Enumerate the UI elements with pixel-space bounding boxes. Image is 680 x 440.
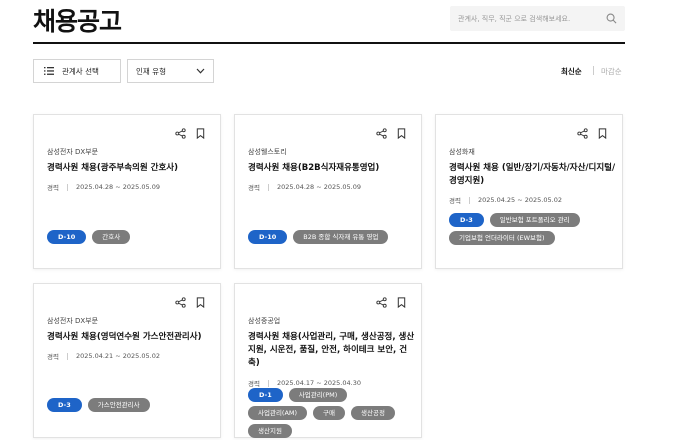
job-meta: 경력 2025.04.25 ~ 2025.05.02 [449, 195, 562, 205]
talent-type-select[interactable]: 인재 유형 [127, 59, 214, 83]
dday-badge: D-3 [47, 398, 82, 412]
affiliate-select-label: 관계사 선택 [62, 66, 99, 76]
company-name: 삼성웰스토리 [248, 148, 287, 156]
share-icon[interactable] [376, 128, 387, 139]
bookmark-icon[interactable] [396, 128, 407, 139]
job-card[interactable]: 삼성화재 경력사원 채용 (일반/장기/자동차/자산/디지털/경영지원) 경력 2… [435, 114, 623, 269]
application-period: 2025.04.21 ~ 2025.05.02 [75, 352, 160, 360]
bookmark-icon[interactable] [396, 297, 407, 308]
share-icon[interactable] [175, 128, 186, 139]
company-name: 삼성화재 [449, 148, 475, 156]
company-name: 삼성전자 DX부문 [47, 317, 99, 325]
career-type: 경력 [248, 380, 260, 388]
tag-list: D-10 B2B 종합 식자재 유통 영업 [248, 230, 411, 244]
job-tag: 생산지원 [248, 424, 292, 438]
chevron-down-icon [196, 68, 205, 74]
sort-deadline-button[interactable]: 마감순 [601, 66, 622, 77]
title-divider [33, 42, 625, 44]
job-tag: 구매 [313, 406, 346, 420]
search-box[interactable] [450, 6, 625, 32]
career-type: 경력 [47, 184, 59, 192]
affiliate-select-button[interactable]: 관계사 선택 [33, 59, 121, 83]
dday-badge: D-3 [449, 213, 484, 227]
job-tag: 일반보험 포트폴리오 관리 [489, 213, 580, 227]
job-meta: 경력 2025.04.28 ~ 2025.05.09 [248, 182, 361, 192]
job-card[interactable]: 삼성웰스토리 경력사원 채용(B2B식자재유통영업) 경력 2025.04.28 … [234, 114, 422, 269]
search-input[interactable] [450, 6, 600, 32]
dday-badge: D-1 [248, 388, 283, 402]
job-tag: 사업관리(AM) [248, 406, 308, 420]
share-icon[interactable] [175, 297, 186, 308]
bookmark-icon[interactable] [597, 128, 608, 139]
job-tag: 간호사 [92, 230, 131, 244]
job-tag: 사업관리(PM) [288, 388, 348, 402]
job-meta: 경력 2025.04.21 ~ 2025.05.02 [47, 351, 160, 361]
share-icon[interactable] [376, 297, 387, 308]
application-period: 2025.04.17 ~ 2025.04.30 [276, 379, 361, 387]
job-card[interactable]: 삼성전자 DX부문 경력사원 채용(영덕연수원 가스안전관리사) 경력 2025.… [33, 283, 221, 438]
tag-list: D-1 사업관리(PM) 사업관리(AM) 구매 생산공정 생산지원 [248, 388, 411, 438]
search-icon[interactable] [606, 13, 617, 24]
list-icon [44, 67, 54, 75]
job-card[interactable]: 삼성전자 DX부문 경력사원 채용(광주부속의원 간호사) 경력 2025.04.… [33, 114, 221, 269]
application-period: 2025.04.28 ~ 2025.05.09 [75, 183, 160, 191]
job-title[interactable]: 경력사원 채용(사업관리, 구매, 생산공정, 생산지원, 시운전, 품질, 안… [248, 331, 416, 370]
job-tag: 생산공정 [351, 406, 395, 420]
career-type: 경력 [449, 197, 461, 205]
job-title[interactable]: 경력사원 채용(영덕연수원 가스안전관리사) [47, 331, 215, 344]
job-meta: 경력 2025.04.17 ~ 2025.04.30 [248, 378, 361, 388]
career-type: 경력 [248, 184, 260, 192]
job-title[interactable]: 경력사원 채용(광주부속의원 간호사) [47, 162, 215, 175]
share-icon[interactable] [577, 128, 588, 139]
page-title: 채용공고 [33, 7, 122, 36]
application-period: 2025.04.25 ~ 2025.05.02 [477, 196, 562, 204]
sort-divider [593, 66, 594, 75]
tag-list: D-3 일반보험 포트폴리오 관리 기업보험 언더라이터 (EW보험) [449, 213, 612, 245]
job-meta: 경력 2025.04.28 ~ 2025.05.09 [47, 182, 160, 192]
job-title[interactable]: 경력사원 채용 (일반/장기/자동차/자산/디지털/경영지원) [449, 162, 617, 188]
career-type: 경력 [47, 353, 59, 361]
company-name: 삼성전자 DX부문 [47, 148, 99, 156]
job-title[interactable]: 경력사원 채용(B2B식자재유통영업) [248, 162, 416, 175]
dday-badge: D-10 [248, 230, 288, 244]
talent-type-label: 인재 유형 [136, 66, 166, 76]
tag-list: D-10 간호사 [47, 230, 210, 244]
application-period: 2025.04.28 ~ 2025.05.09 [276, 183, 361, 191]
company-name: 삼성중공업 [248, 317, 281, 325]
job-card[interactable]: 삼성중공업 경력사원 채용(사업관리, 구매, 생산공정, 생산지원, 시운전,… [234, 283, 422, 438]
job-tag: 가스안전관리사 [87, 398, 150, 412]
job-tag: B2B 종합 식자재 유통 영업 [293, 230, 389, 244]
dday-badge: D-10 [47, 230, 87, 244]
bookmark-icon[interactable] [195, 128, 206, 139]
job-tag: 기업보험 언더라이터 (EW보험) [449, 231, 555, 245]
sort-latest-button[interactable]: 최신순 [561, 66, 582, 77]
bookmark-icon[interactable] [195, 297, 206, 308]
tag-list: D-3 가스안전관리사 [47, 398, 210, 412]
